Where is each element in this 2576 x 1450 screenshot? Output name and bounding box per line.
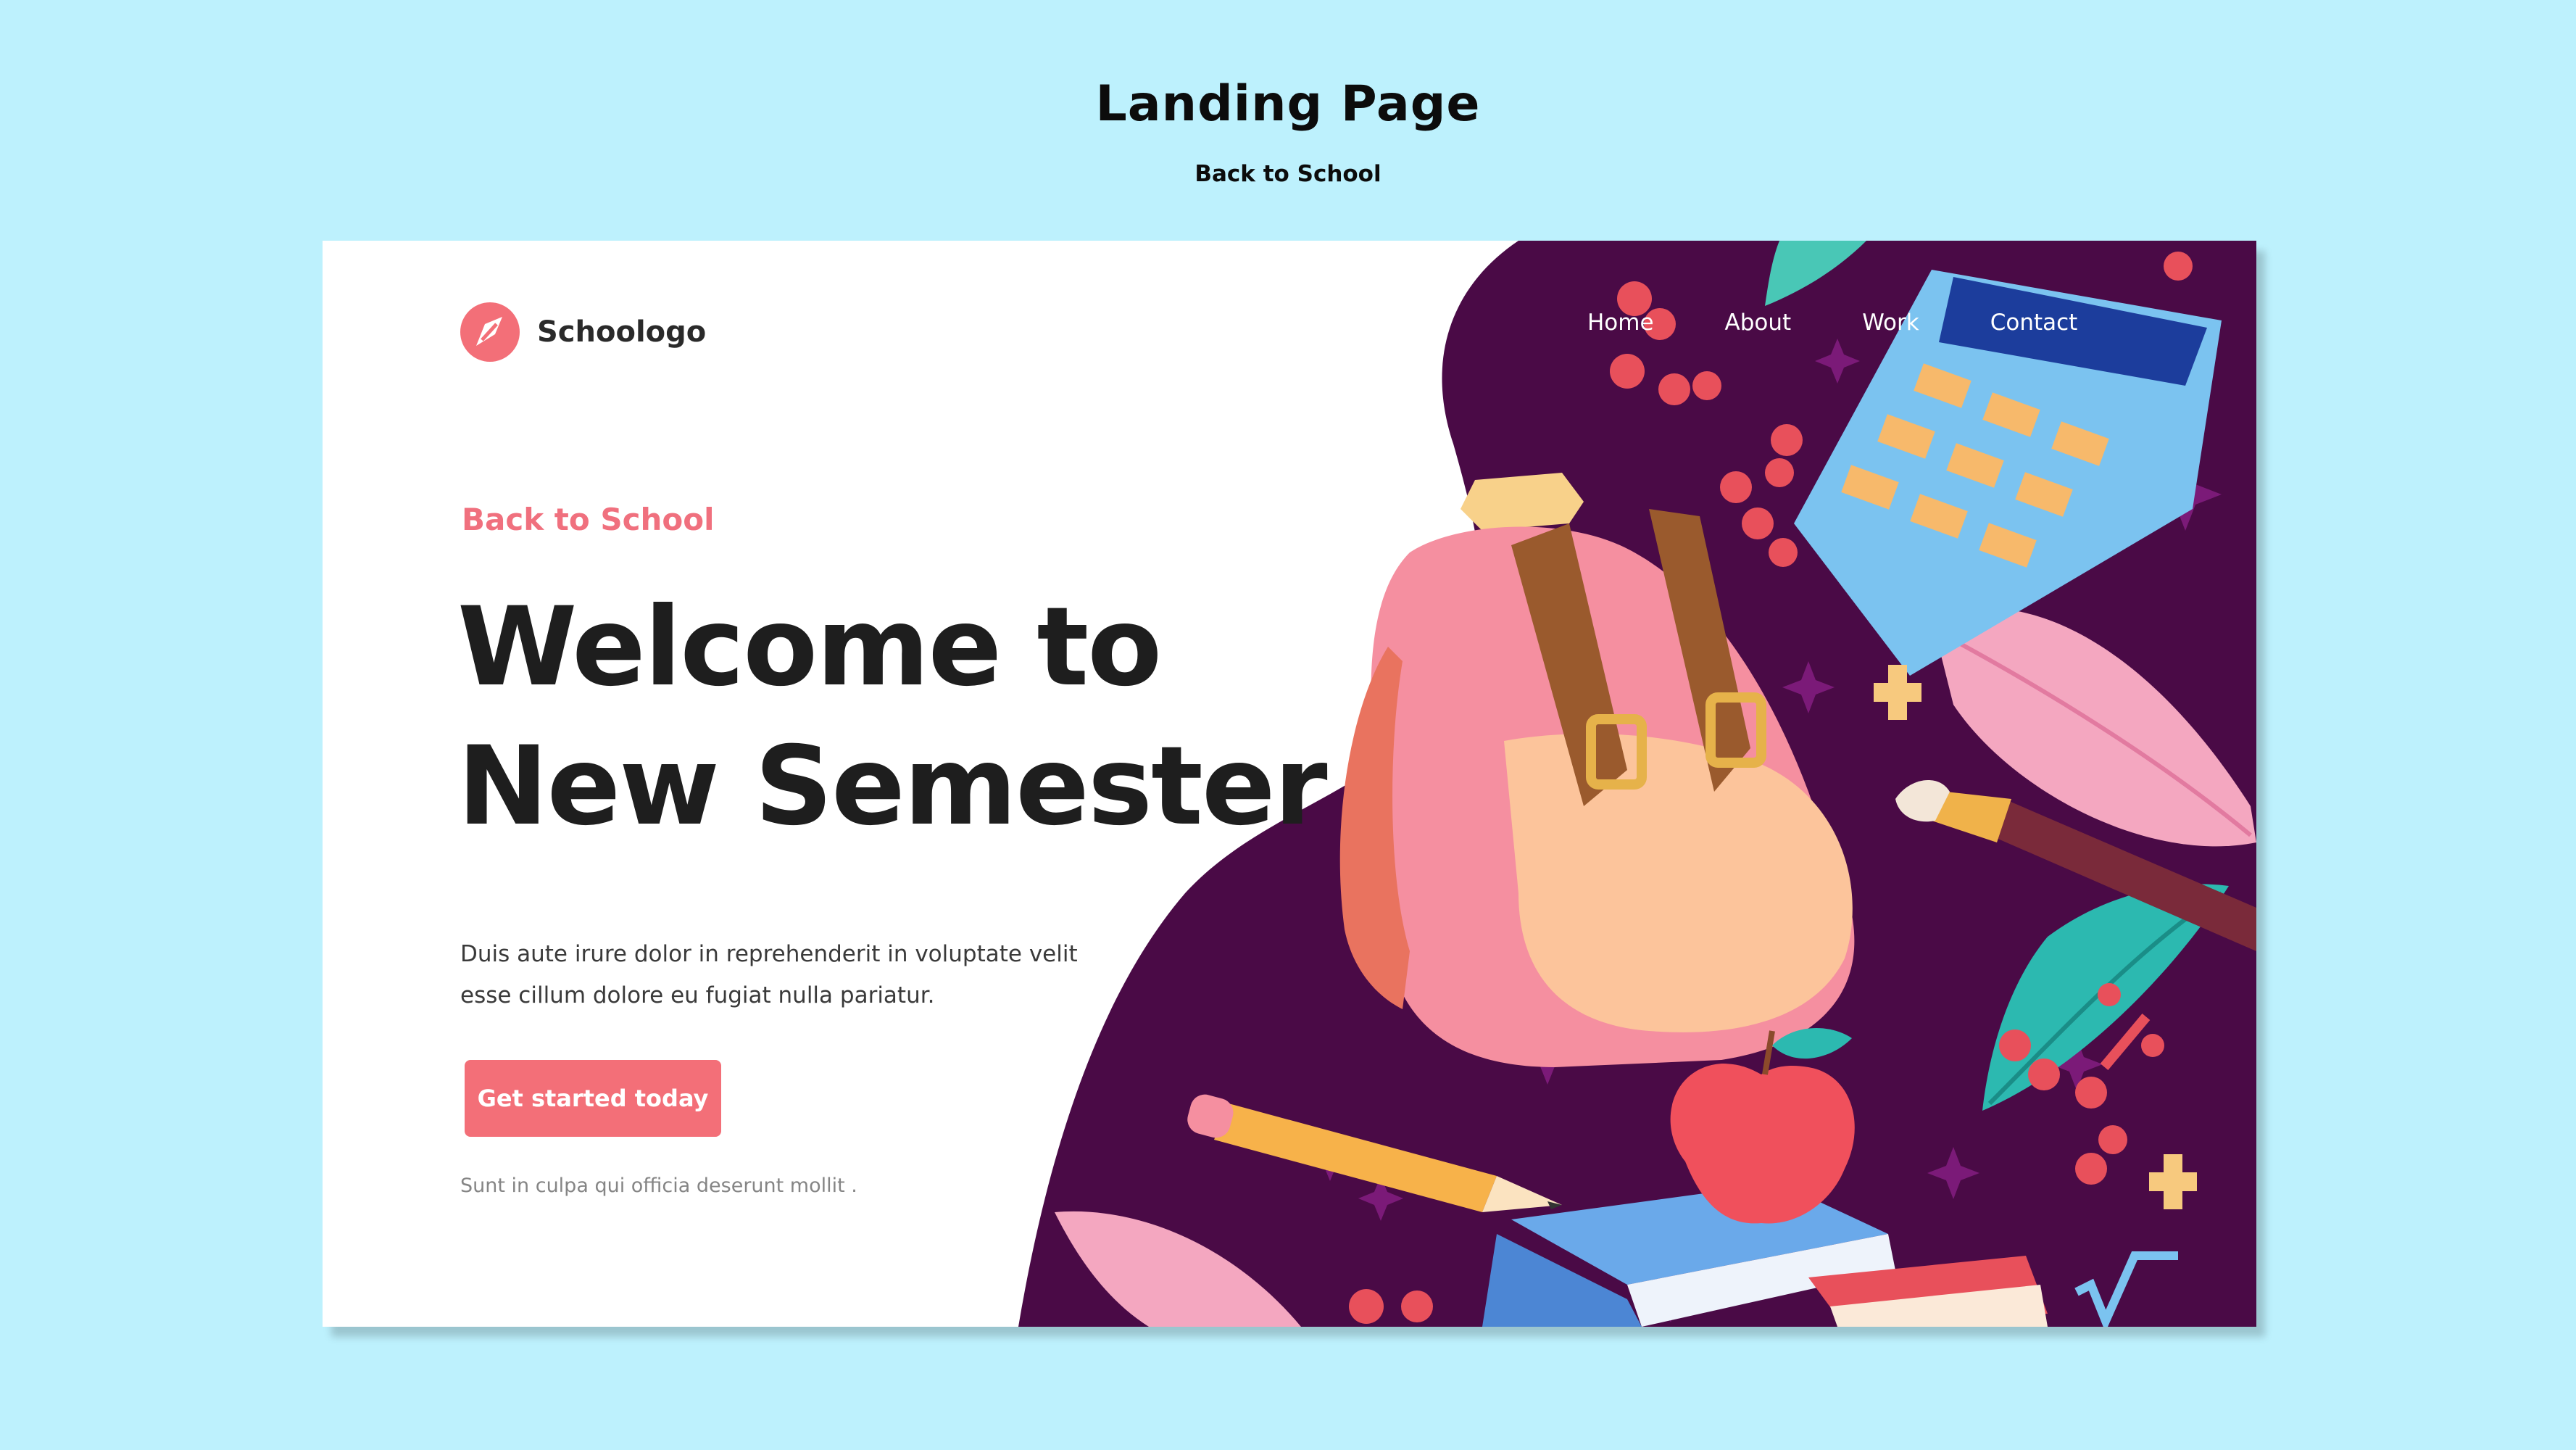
- hero-body-text: Duis aute irure dolor in reprehenderit i…: [460, 941, 1078, 1008]
- frame-subtitle: Back to School: [1194, 161, 1382, 187]
- nav-item-work[interactable]: Work: [1862, 310, 1919, 336]
- hero-headline-line-2: New Semester: [457, 724, 1328, 850]
- nav-item-about[interactable]: About: [1725, 310, 1792, 336]
- brand-logo[interactable]: Schoologo: [460, 302, 706, 362]
- hero-headline: Welcome to New Semester: [457, 578, 1328, 856]
- brand-name: Schoologo: [537, 315, 707, 349]
- get-started-button[interactable]: Get started today: [465, 1060, 721, 1137]
- pencil-circle-icon: [460, 302, 520, 362]
- nav-item-contact[interactable]: Contact: [1990, 310, 2078, 336]
- frame-title: Landing Page: [1095, 75, 1481, 133]
- landing-page-card: Schoologo Home About Work Contact Back t…: [323, 241, 2256, 1327]
- hero-footnote: Sunt in culpa qui officia deserunt molli…: [460, 1174, 857, 1197]
- hero-eyebrow: Back to School: [462, 502, 715, 537]
- nav-item-home[interactable]: Home: [1587, 310, 1654, 336]
- hero-headline-line-1: Welcome to: [457, 584, 1162, 710]
- top-nav: Home About Work Contact: [1587, 310, 2077, 336]
